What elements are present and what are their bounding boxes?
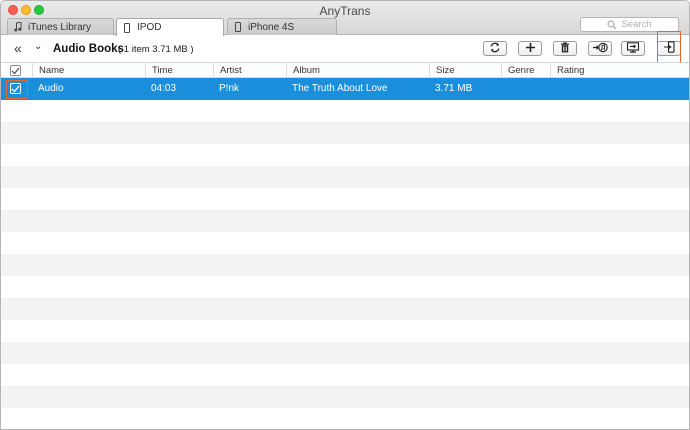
to-computer-button[interactable]	[621, 41, 645, 56]
cell-name: Audio	[38, 83, 64, 94]
empty-row	[1, 408, 689, 429]
section-title: Audio Books	[53, 43, 124, 55]
empty-row	[1, 342, 689, 364]
tab-itunes-library[interactable]: iTunes Library	[7, 18, 114, 35]
chevron-down-icon[interactable]: ⌄	[34, 41, 42, 52]
highlight-row-checkbox	[6, 80, 28, 99]
empty-row	[1, 144, 689, 166]
empty-row	[1, 166, 689, 188]
empty-row	[1, 188, 689, 210]
empty-row	[1, 122, 689, 144]
ipod-icon	[123, 22, 131, 33]
search-placeholder: Search	[621, 19, 652, 30]
delete-button[interactable]	[553, 41, 577, 56]
tab-ipod[interactable]: IPOD	[116, 18, 224, 36]
select-all-checkbox-header[interactable]	[1, 63, 32, 78]
add-button[interactable]	[518, 41, 542, 56]
refresh-button[interactable]	[483, 41, 507, 56]
search-input[interactable]: Search	[580, 17, 679, 32]
empty-row	[1, 254, 689, 276]
section-count: ( 1 item 3.71 MB )	[118, 44, 194, 55]
add-icon	[525, 42, 536, 56]
cell-genre	[501, 78, 507, 100]
music-note-icon	[14, 22, 22, 33]
trash-icon	[560, 41, 570, 56]
to-itunes-icon	[592, 42, 608, 56]
empty-row	[1, 210, 689, 232]
songs-table: Name Time Artist Album Size Genre Rating…	[1, 62, 689, 429]
column-header-album[interactable]: Album	[286, 63, 429, 78]
column-header-size[interactable]: Size	[429, 63, 501, 78]
title-bar: AnyTrans iTunes Library IPOD iPhone 4S S…	[1, 1, 689, 36]
empty-row	[1, 320, 689, 342]
toolbar: « ⌄ Audio Books ( 1 item 3.71 MB )	[1, 36, 689, 62]
column-header-genre[interactable]: Genre	[501, 63, 550, 78]
empty-row	[1, 276, 689, 298]
app-title: AnyTrans	[319, 4, 371, 18]
table-header: Name Time Artist Album Size Genre Rating	[1, 62, 689, 78]
tab-label: IPOD	[137, 22, 162, 33]
column-header-rating[interactable]: Rating	[550, 63, 689, 78]
to-itunes-button[interactable]	[588, 41, 612, 56]
column-header-artist[interactable]: Artist	[213, 63, 286, 78]
empty-row	[1, 232, 689, 254]
cell-size: 3.71 MB	[435, 83, 473, 94]
tab-iphone-4s[interactable]: iPhone 4S	[227, 18, 337, 35]
refresh-icon	[489, 42, 501, 56]
cell-rating	[550, 78, 556, 100]
empty-row	[1, 100, 689, 122]
empty-row	[1, 386, 689, 408]
tab-label: iPhone 4S	[248, 21, 295, 33]
empty-row	[1, 364, 689, 386]
table-row[interactable]: Audio 04:03 P!nk The Truth About Love 3.…	[1, 78, 689, 100]
search-icon	[607, 19, 617, 30]
double-chevron-left-icon[interactable]: «	[14, 40, 22, 56]
cell-time: 04:03	[151, 83, 177, 94]
cell-album: The Truth About Love	[292, 83, 388, 94]
column-header-time[interactable]: Time	[145, 63, 213, 78]
select-all-checkbox[interactable]	[10, 65, 21, 76]
app-window: AnyTrans iTunes Library IPOD iPhone 4S S…	[0, 0, 690, 430]
empty-row	[1, 298, 689, 320]
iphone-icon	[234, 22, 242, 33]
tab-label: iTunes Library	[28, 21, 91, 33]
to-computer-icon	[625, 41, 641, 56]
cell-artist: P!nk	[219, 83, 240, 94]
column-header-name[interactable]: Name	[32, 63, 145, 78]
